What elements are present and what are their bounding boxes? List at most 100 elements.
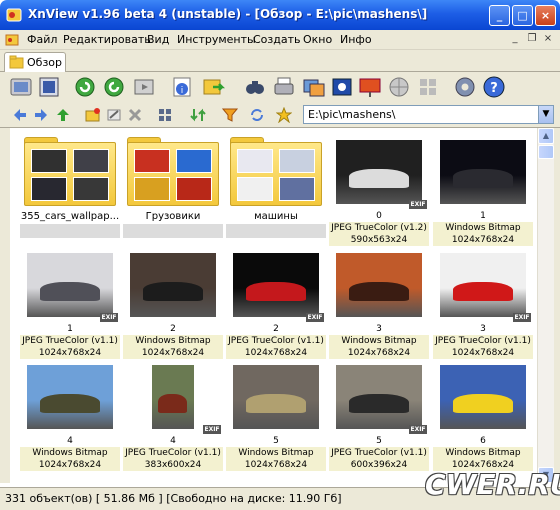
thumbnail [123,132,223,209]
navigation-bar: E:\pic\mashens\ ▼ [0,102,560,128]
exif-badge: EXIF [409,425,427,434]
image-preview [336,253,422,317]
thumbnail-caption: 355_cars_wallpap... [20,210,120,238]
menu-view[interactable]: Вид [147,33,169,46]
mdi-minimize-button[interactable]: _ [508,33,522,44]
svg-text:?: ? [490,81,498,96]
menu-edit[interactable]: Редактировать [63,33,151,46]
vertical-scrollbar[interactable]: ▲ ▼ [537,128,554,483]
rename-icon[interactable] [106,107,122,123]
delete-icon[interactable] [127,107,143,123]
folder-name: машины [226,210,326,224]
file-rating: 3 [329,323,429,335]
export-icon[interactable] [201,75,225,99]
file-type: JPEG TrueColor (v1.1) [433,335,533,347]
minimize-button[interactable]: _ [489,5,510,26]
left-edge [0,128,10,483]
folder-preview-thumb [237,149,273,173]
forward-icon[interactable] [33,107,49,123]
view-mode-icon[interactable] [157,107,173,123]
xnview-logo-icon [6,8,22,22]
file-rating: 3 [433,323,533,335]
thumbnail: EXIF [329,357,429,434]
image-preview [233,365,319,429]
folder-preview-thumb [31,177,67,201]
file-type: JPEG TrueColor (v1.1) [123,447,223,459]
mdi-restore-button[interactable]: ❐ [525,33,539,44]
thumbnail [433,132,533,209]
menu-file[interactable]: Файл [27,33,57,46]
vehicle-shape [143,282,203,301]
image-preview [440,253,526,317]
thumbnail-caption: 1 Windows Bitmap 1024x768x24 [433,210,533,246]
vehicle-shape [40,282,100,301]
thumbnail [226,132,326,209]
thumbnail-caption: 5 JPEG TrueColor (v1.1) 600x396x24 [329,435,429,471]
file-dimensions: 383x600x24 [123,459,223,471]
rotate-right-icon[interactable] [102,75,126,99]
folder-preview-thumb [73,149,109,173]
web-icon[interactable] [387,75,411,99]
menu-create[interactable]: Создать [253,33,301,46]
thumbnail: EXIF [226,245,326,322]
filter-icon[interactable] [222,107,238,123]
fullscreen-icon[interactable] [37,75,61,99]
maximize-button[interactable]: □ [512,5,533,26]
slideshow-icon[interactable] [132,75,156,99]
sort-icon[interactable] [190,107,206,123]
vehicle-shape [453,282,513,301]
file-rating: 4 [123,435,223,447]
thumbnail-caption: 5 Windows Bitmap 1024x768x24 [226,435,326,471]
up-icon[interactable] [55,107,71,123]
vehicle-shape [349,282,409,301]
menu-tools[interactable]: Инструменты [177,33,256,46]
image-preview [233,253,319,317]
browser-tab-icon [9,55,24,69]
title-bar[interactable]: XnView v1.96 beta 4 (unstable) - [Обзор … [0,0,560,30]
file-type [123,224,223,238]
tab-browser[interactable]: Обзор [4,52,66,72]
info-icon[interactable]: i [170,75,194,99]
thumbnail [20,357,120,434]
mdi-close-button[interactable]: × [541,33,555,44]
new-folder-icon[interactable] [85,107,101,123]
file-dimensions: 1024x768x24 [226,459,326,471]
batch-icon[interactable] [302,75,326,99]
file-type: JPEG TrueColor (v1.1) [329,447,429,459]
menu-bar: Файл Редактировать Вид Инструменты Созда… [0,30,560,50]
capture-icon[interactable] [330,75,354,99]
back-icon[interactable] [12,107,28,123]
grid-icon[interactable] [416,75,440,99]
tab-label: Обзор [27,56,63,69]
address-dropdown-button[interactable]: ▼ [538,106,553,123]
exif-badge: EXIF [306,313,324,322]
close-button[interactable]: × [535,5,556,26]
menu-window[interactable]: Окно [303,33,332,46]
file-rating: 1 [20,323,120,335]
address-text: E:\pic\mashens\ [308,108,396,121]
image-preview [152,365,194,429]
presentation-icon[interactable] [358,75,382,99]
refresh-icon[interactable] [249,107,265,123]
find-icon[interactable] [243,75,267,99]
folder-name: Грузовики [123,210,223,224]
browser-icon[interactable] [9,75,33,99]
rotate-left-icon[interactable] [73,75,97,99]
thumbnail-caption: 4 Windows Bitmap 1024x768x24 [20,435,120,471]
folder-preview-thumb [31,149,67,173]
scroll-thumb[interactable] [538,145,554,159]
print-icon[interactable] [272,75,296,99]
thumbnail-caption: 4 JPEG TrueColor (v1.1) 383x600x24 [123,435,223,471]
watermark: CWER.RU [425,468,560,501]
image-preview [336,140,422,204]
menu-info[interactable]: Инфо [340,33,372,46]
help-icon[interactable]: ? [482,75,506,99]
folder-preview-thumb [134,149,170,173]
settings-icon[interactable] [453,75,477,99]
address-field[interactable]: E:\pic\mashens\ ▼ [303,105,554,124]
favorites-icon[interactable] [276,107,292,123]
folder-preview-thumb [176,149,212,173]
image-preview [130,253,216,317]
thumbnail-caption: машины [226,210,326,238]
scroll-up-button[interactable]: ▲ [538,128,554,144]
